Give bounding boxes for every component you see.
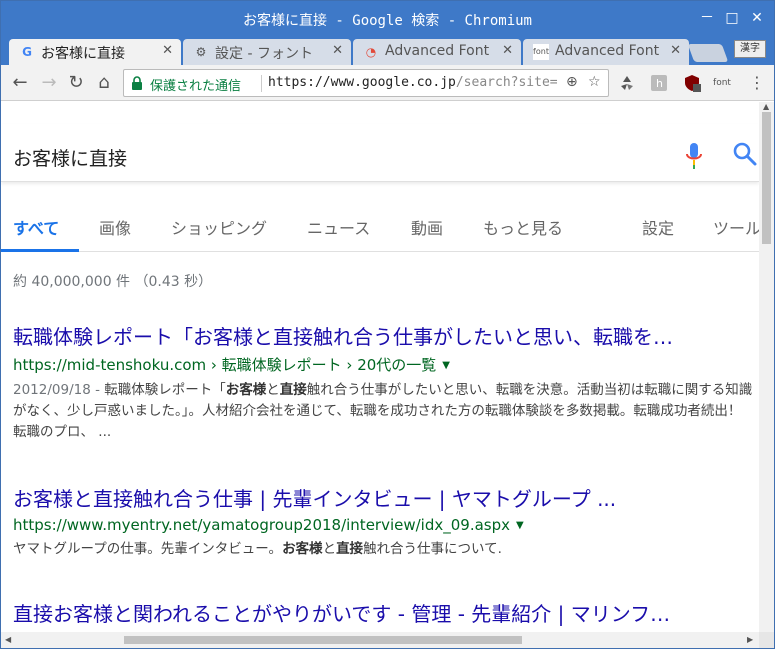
horizontal-scroll-thumb[interactable] <box>124 636 522 644</box>
h-extension-icon[interactable]: h <box>650 74 668 92</box>
dropdown-arrow-icon[interactable]: ▼ <box>516 520 524 531</box>
result-date: 2012/09/18 - <box>13 382 105 398</box>
snippet-highlight: お客様 <box>225 382 267 398</box>
snippet-text: ヤマトグループの仕事。先輩インタビュー。 <box>13 541 283 557</box>
title-bar: お客様に直接 - Google 検索 - Chromium － □ ✕ <box>1 1 774 37</box>
tab-label: 設定 - フォント <box>215 46 313 62</box>
tab-label: お客様に直接 <box>41 46 125 62</box>
tab-settings-font[interactable]: ⚙ 設定 - フォント ✕ <box>183 39 351 65</box>
result-url: https://www.myentry.net/yamatogroup2018/… <box>13 516 753 534</box>
new-tab-button[interactable] <box>687 44 729 62</box>
lock-icon <box>132 76 142 90</box>
search-tabs: すべて 画像 ショッピング ニュース 動画 もっと見る 設定 ツール <box>1 212 759 252</box>
browser-window: お客様に直接 - Google 検索 - Chromium － □ ✕ G お客… <box>0 0 775 649</box>
tab-label: Advanced Font <box>555 43 660 59</box>
google-favicon-icon: G <box>22 45 32 59</box>
horizontal-scrollbar[interactable]: ◀ ▶ <box>1 632 759 648</box>
font-favicon-icon: font <box>533 44 549 60</box>
snippet-highlight: お客様 <box>282 541 323 557</box>
search-box[interactable]: お客様に直接 <box>1 124 759 182</box>
snippet-highlight: 直接 <box>336 541 364 557</box>
page-content: お客様に直接 すべて 画像 ショッピング ニュース 動画 もっと見る 設定 ツー… <box>1 102 759 632</box>
result-snippet: 2012/09/18 - 転職体験レポート「お客様と直接触れ合う仕事がしたいと思… <box>13 380 753 443</box>
tab-all[interactable]: すべて <box>13 215 59 239</box>
tab-close-icon[interactable]: ✕ <box>162 43 173 58</box>
tab-close-icon[interactable]: ✕ <box>502 43 513 58</box>
tab-close-icon[interactable]: ✕ <box>332 43 343 58</box>
svg-text:h: h <box>656 77 663 90</box>
active-tab-indicator <box>1 249 79 252</box>
scrollbar-corner <box>759 632 774 648</box>
snippet-text: と <box>266 382 280 398</box>
url-path: /search?site=&sour <box>455 75 558 90</box>
snippet-text: 触れ合う仕事について. <box>363 541 502 557</box>
tab-tools[interactable]: ツール <box>713 215 759 239</box>
result-stats: 約 40,000,000 件 （0.43 秒） <box>13 274 213 290</box>
window-title: お客様に直接 - Google 検索 - Chromium <box>242 13 532 29</box>
secure-label: 保護された通信 <box>150 79 242 94</box>
search-input[interactable]: お客様に直接 <box>13 144 127 171</box>
scroll-up-arrow-icon[interactable]: ▲ <box>763 102 769 111</box>
snippet-text: 転職体験レポート「 <box>104 382 226 398</box>
ublock-extension-icon[interactable] <box>683 74 701 92</box>
back-button[interactable]: ← <box>9 72 31 94</box>
home-button[interactable]: ⌂ <box>93 72 115 94</box>
snippet-highlight: 直接 <box>279 382 307 398</box>
tab-videos[interactable]: 動画 <box>411 215 443 239</box>
tab-shopping[interactable]: ショッピング <box>171 215 267 239</box>
minimize-button[interactable]: － <box>698 9 716 27</box>
search-icon[interactable] <box>732 141 758 167</box>
zoom-icon[interactable]: ⊕ <box>566 74 578 90</box>
star-icon[interactable]: ☆ <box>588 74 601 90</box>
vertical-scroll-thumb[interactable] <box>762 112 771 244</box>
result-title-link[interactable]: 直接お客様と関われることがやりがいです - 管理 - 先輩紹介 | マリンフ… <box>13 601 753 627</box>
dropdown-arrow-icon[interactable]: ▼ <box>442 360 450 371</box>
scroll-right-arrow-icon[interactable]: ▶ <box>747 635 753 644</box>
tab-advanced-font-2[interactable]: font Advanced Font ✕ <box>523 39 689 65</box>
url-scheme: https:// <box>268 75 331 90</box>
tab-label: Advanced Font <box>385 43 490 59</box>
address-separator <box>261 75 262 92</box>
tab-settings[interactable]: 設定 <box>642 215 674 239</box>
browser-toolbar: ← → ↻ ⌂ 保護された通信 https://www.google.co.jp… <box>1 65 774 101</box>
recycle-extension-icon[interactable] <box>618 74 636 92</box>
tab-news[interactable]: ニュース <box>307 215 370 239</box>
microphone-icon[interactable] <box>685 142 703 170</box>
scroll-left-arrow-icon[interactable]: ◀ <box>5 635 11 644</box>
gear-icon: ⚙ <box>195 45 207 59</box>
ime-indicator: 漢字 <box>734 40 766 58</box>
font-extension-icon[interactable]: font <box>713 74 731 92</box>
result-url: https://mid-tenshoku.com › 転職体験レポート › 20… <box>13 354 753 375</box>
search-result: 直接お客様と関われることがやりがいです - 管理 - 先輩紹介 | マリンフ… <box>13 601 753 627</box>
tab-more[interactable]: もっと見る <box>483 215 563 239</box>
reload-button[interactable]: ↻ <box>65 72 87 94</box>
tab-images[interactable]: 画像 <box>99 215 131 239</box>
result-title-link[interactable]: 転職体験レポート「お客様と直接触れ合う仕事がしたいと思い、転職を… <box>13 324 753 350</box>
menu-icon[interactable]: ⋮ <box>748 74 766 92</box>
snippet-text: と <box>322 541 337 557</box>
close-window-button[interactable]: ✕ <box>748 9 766 27</box>
result-url-text[interactable]: https://mid-tenshoku.com › 転職体験レポート › 20… <box>13 356 436 374</box>
url-host: www.google.co.jp <box>330 75 456 90</box>
result-url-text[interactable]: https://www.myentry.net/yamatogroup2018/… <box>13 516 510 534</box>
chrome-webstore-icon: ◔ <box>365 45 377 59</box>
url-text[interactable]: https://www.google.co.jp/search?site=&so… <box>268 75 558 90</box>
result-title-link[interactable]: お客様と直接触れ合う仕事 | 先輩インタビュー | ヤマトグループ ... <box>13 486 753 512</box>
tab-google-search[interactable]: G お客様に直接 ✕ <box>9 39 181 65</box>
result-snippet: ヤマトグループの仕事。先輩インタビュー。お客様と直接触れ合う仕事について. <box>13 539 753 560</box>
address-bar[interactable]: 保護された通信 https://www.google.co.jp/search?… <box>123 69 609 97</box>
forward-button[interactable]: → <box>38 72 60 94</box>
vertical-scrollbar[interactable]: ▲ <box>759 102 774 632</box>
search-result: 転職体験レポート「お客様と直接触れ合う仕事がしたいと思い、転職を… https:… <box>13 324 753 443</box>
tab-close-icon[interactable]: ✕ <box>670 43 681 58</box>
tab-advanced-font-1[interactable]: ◔ Advanced Font ✕ <box>353 39 521 65</box>
maximize-button[interactable]: □ <box>723 9 741 27</box>
tab-strip: G お客様に直接 ✕ ⚙ 設定 - フォント ✕ ◔ Advanced Font… <box>1 37 774 65</box>
search-result: お客様と直接触れ合う仕事 | 先輩インタビュー | ヤマトグループ ... ht… <box>13 486 753 560</box>
